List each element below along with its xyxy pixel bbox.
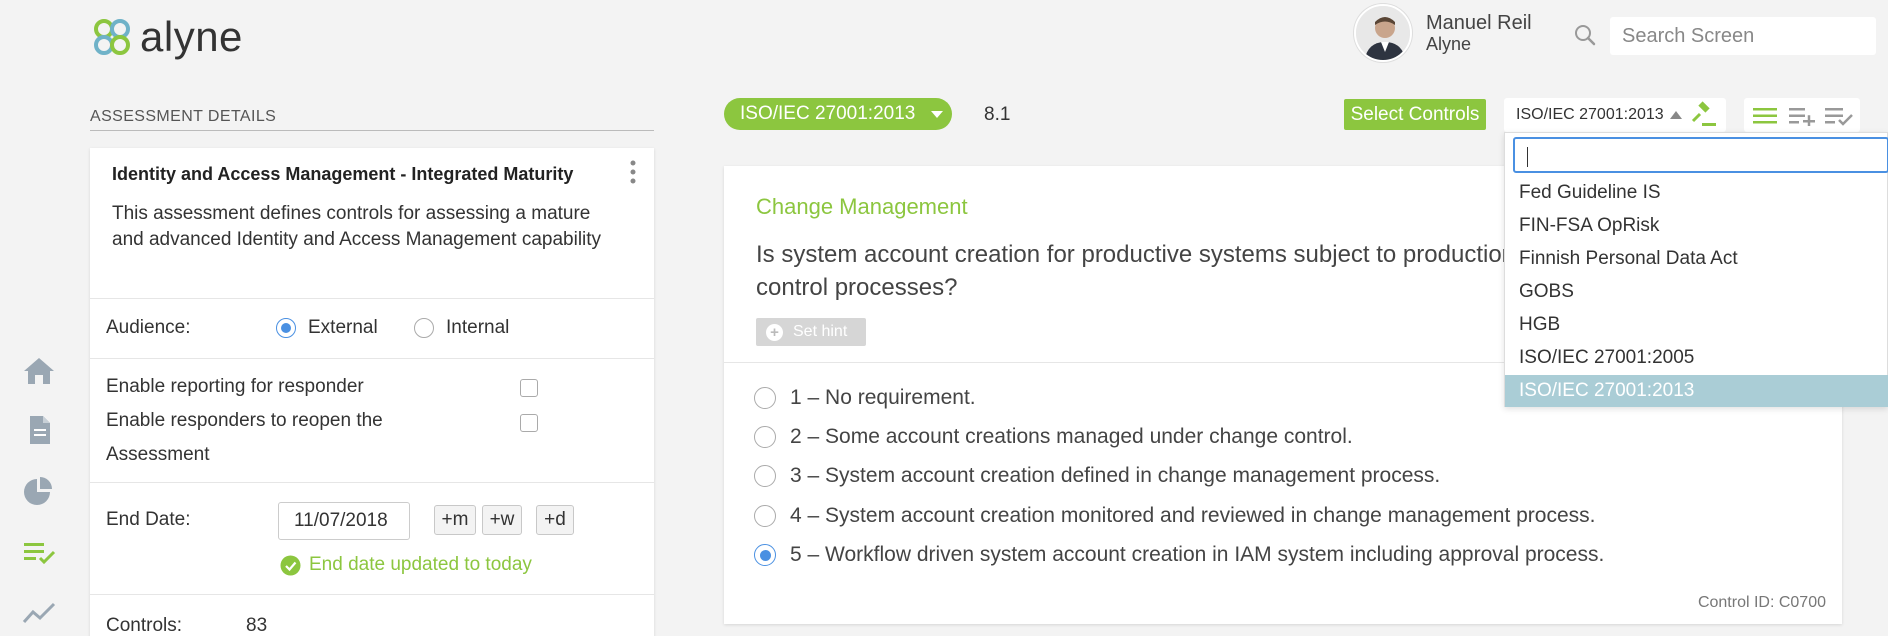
answer-number: 2 – [790,425,820,448]
answer-option[interactable]: 1 – No requirement. [754,386,976,410]
more-options-icon[interactable] [628,158,638,186]
home-icon[interactable] [22,356,56,386]
dropdown-search-input[interactable] [1513,137,1888,173]
dropdown-item[interactable]: FIN-FSA OpRisk [1505,210,1888,242]
text-cursor [1527,147,1528,167]
controls-label: Controls: [106,615,183,636]
select-controls-button[interactable]: Select Controls [1344,99,1486,130]
assessment-title: Identity and Access Management - Integra… [112,164,574,184]
answer-text: No requirement. [825,386,976,409]
divider [90,298,654,299]
controls-count: 83 [246,615,268,636]
add-day-button[interactable]: +d [536,505,574,535]
check-circle-icon [280,555,301,575]
answer-option[interactable]: 3 – System account creation defined in c… [754,464,1440,488]
answer-radio[interactable] [754,387,776,409]
checklist-icon[interactable] [22,540,56,566]
dropdown-item[interactable]: HGB [1505,309,1888,341]
audience-external-radio[interactable] [276,318,296,338]
standard-dropdown: Fed Guideline IS FIN-FSA OpRisk Finnish … [1504,132,1888,407]
enable-reopen-label-cont: Assessment [106,444,210,465]
user-org: Alyne [1426,34,1472,54]
add-week-button[interactable]: +w [482,505,522,535]
enable-reopen-checkbox[interactable] [520,414,538,432]
document-icon[interactable] [22,414,56,446]
view-tools [1744,98,1860,132]
dropdown-item[interactable]: GOBS [1505,276,1888,308]
section-title: ASSESSMENT DETAILS [90,108,654,131]
answer-number: 3 – [790,464,820,487]
audience-label: Audience: [106,317,191,338]
standard-select-value: ISO/IEC 27001:2013 [1516,106,1664,123]
end-date-status: End date updated to today [280,554,532,576]
enable-reopen-label: Enable responders to reopen the [106,410,383,431]
audience-internal-option[interactable]: Internal [414,317,509,339]
search-icon[interactable] [1574,24,1596,46]
answer-number: 5 – [790,543,820,566]
logo-text: alyne [140,13,243,60]
answer-number: 4 – [790,504,820,527]
answer-text: System account creation defined in chang… [825,464,1441,487]
answer-radio-selected[interactable] [754,544,776,566]
enable-reporting-label: Enable reporting for responder [106,376,364,397]
dropdown-item-selected[interactable]: ISO/IEC 27001:2013 [1505,375,1888,407]
answer-text: System account creation monitored and re… [825,504,1596,527]
audience-internal-radio[interactable] [414,318,434,338]
set-hint-label: Set hint [793,323,848,340]
question-category: Change Management [756,194,968,219]
avatar[interactable] [1354,4,1412,62]
enable-reporting-checkbox[interactable] [520,379,538,397]
answer-text: Some account creations managed under cha… [825,425,1353,448]
audience-internal-label: Internal [446,317,510,338]
divider [90,482,654,483]
plus-icon: + [766,323,783,341]
assessment-panel: Identity and Access Management - Integra… [90,148,654,636]
dropdown-item[interactable]: ISO/IEC 27001:2005 [1505,342,1888,374]
user-name: Manuel Reil [1426,12,1532,34]
caret-down-icon [931,110,944,118]
assessment-description: This assessment defines controls for ass… [112,203,602,250]
logo-icon [94,19,130,55]
add-month-button[interactable]: +m [434,505,476,535]
standard-chip-label: ISO/IEC 27001:2013 [740,103,916,124]
audience-external-option[interactable]: External [276,317,378,339]
end-date-input[interactable]: 11/07/2018 [278,502,410,540]
divider [90,358,654,359]
audience-external-label: External [308,317,378,338]
checklist-view-icon[interactable] [1824,106,1854,126]
pie-chart-icon[interactable] [22,476,56,508]
caret-up-icon [1669,111,1682,119]
answer-option-selected[interactable]: 5 – Workflow driven system account creat… [754,543,1604,567]
answer-option[interactable]: 2 – Some account creations managed under… [754,425,1353,449]
set-hint-button[interactable]: + Set hint [756,318,866,346]
answer-radio[interactable] [754,465,776,487]
search-input[interactable] [1610,17,1876,55]
end-date-label: End Date: [106,509,191,530]
trend-icon[interactable] [22,600,56,626]
control-number: 8.1 [984,104,1011,125]
answer-option[interactable]: 4 – System account creation monitored an… [754,504,1595,528]
add-to-list-icon[interactable] [1788,106,1816,126]
standard-chip[interactable]: ISO/IEC 27001:2013 [724,98,952,130]
dropdown-item[interactable]: Finnish Personal Data Act [1505,243,1888,275]
control-id: Control ID: C0700 [1697,594,1826,611]
answer-number: 1 – [790,386,820,409]
user-profile[interactable]: Manuel Reil Alyne [1354,4,1532,62]
gavel-icon[interactable] [1690,101,1718,129]
end-date-message: End date updated to today [309,554,532,575]
list-view-icon[interactable] [1752,106,1778,126]
answer-radio[interactable] [754,505,776,527]
answer-radio[interactable] [754,426,776,448]
alyne-logo[interactable]: alyne [90,14,243,60]
dropdown-item[interactable]: Fed Guideline IS [1505,177,1888,209]
answer-text: Workflow driven system account creation … [825,543,1605,566]
divider [90,594,654,595]
